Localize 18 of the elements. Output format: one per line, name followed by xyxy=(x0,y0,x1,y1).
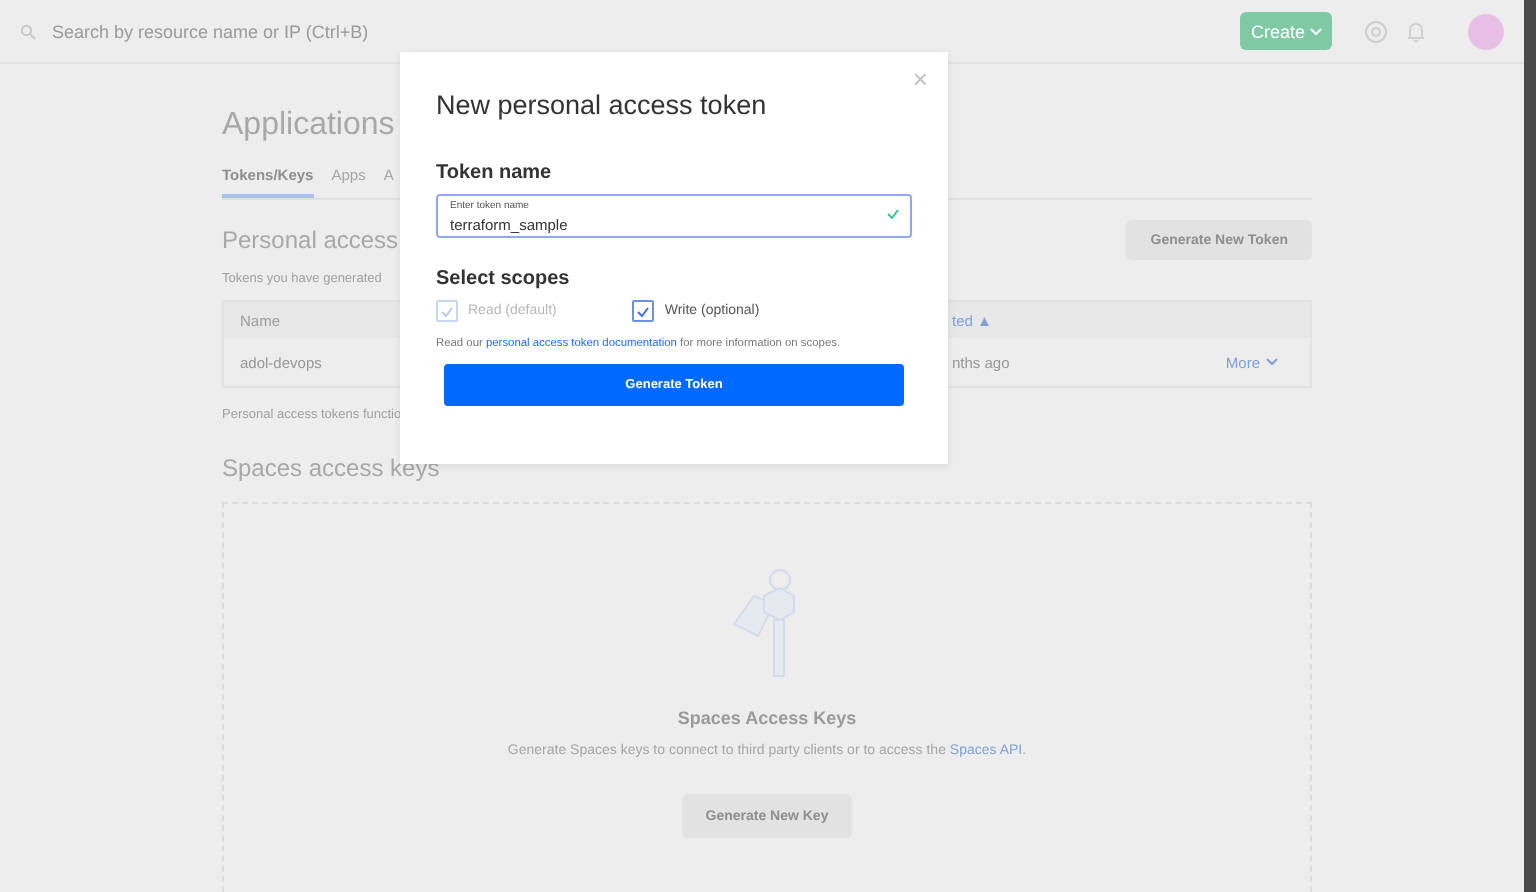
section-title: Personal access xyxy=(222,226,399,254)
chevron-down-icon xyxy=(1266,358,1278,366)
close-button[interactable]: × xyxy=(912,64,928,94)
chevron-down-icon xyxy=(1309,27,1321,35)
check-icon xyxy=(886,208,900,220)
create-button[interactable]: Create xyxy=(1240,12,1332,50)
bell-icon[interactable] xyxy=(1404,19,1428,43)
search-icon xyxy=(20,23,36,39)
section-label: Select scopes xyxy=(436,268,572,290)
search-field[interactable]: Search by resource name or IP (Ctrl+B) xyxy=(52,21,1224,41)
help-icon[interactable] xyxy=(1364,19,1388,43)
dialog-title: New personal access token xyxy=(436,90,769,120)
avatar[interactable] xyxy=(1468,13,1504,49)
check-icon xyxy=(636,305,651,317)
check-icon xyxy=(440,305,454,317)
page-title: Applications xyxy=(222,108,395,144)
field-label: Token name xyxy=(436,162,554,184)
empty-state-title: Spaces Access Keys xyxy=(677,708,857,728)
